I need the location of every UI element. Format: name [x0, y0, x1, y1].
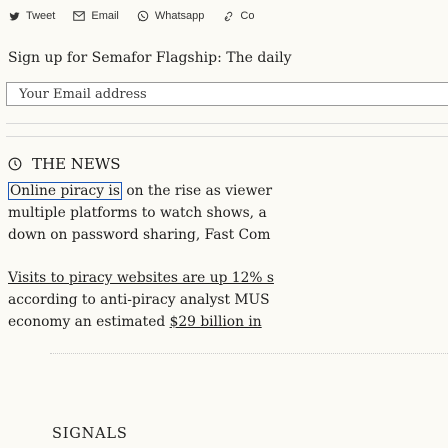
- highlighted-phrase[interactable]: Online piracy is: [8, 182, 122, 200]
- share-whatsapp-label: Whatsapp: [154, 10, 205, 22]
- cost-link[interactable]: $29 billion in: [170, 314, 262, 330]
- share-tweet[interactable]: Tweet: [8, 10, 55, 22]
- news-paragraph-2-line-2: according to anti-piracy analyst MUS: [8, 292, 270, 308]
- link-icon: [222, 10, 234, 22]
- divider-bottom: [6, 136, 448, 137]
- news-header-label: THE NEWS: [32, 155, 121, 173]
- news-paragraph-1-line-2: multiple platforms to watch shows, a: [8, 205, 267, 221]
- news-paragraph-1-line-1: Online piracy is on the rise as viewer: [8, 180, 272, 203]
- paragraph-2-line-3-text: economy an estimated: [8, 314, 170, 330]
- piracy-visits-link[interactable]: Visits to piracy websites are up 12% s: [8, 267, 274, 290]
- whatsapp-icon: [137, 10, 149, 22]
- paragraph-1-rest: on the rise as viewer: [121, 183, 273, 199]
- share-copy-link[interactable]: Co: [222, 10, 254, 22]
- twitter-icon: [8, 10, 20, 22]
- share-copy-label: Co: [240, 10, 255, 22]
- news-paragraph-1-line-3: down on password sharing, Fast Com: [8, 227, 271, 243]
- news-header: THE NEWS: [8, 155, 121, 173]
- share-tweet-label: Tweet: [26, 10, 56, 22]
- share-whatsapp[interactable]: Whatsapp: [137, 10, 205, 22]
- signals-header: SIGNALS: [52, 426, 128, 442]
- clock-icon: [8, 157, 22, 171]
- mail-icon: [73, 10, 86, 22]
- share-bar: Tweet Email Whatsapp Co: [8, 10, 272, 22]
- share-email[interactable]: Email: [73, 10, 119, 22]
- divider-top: [6, 123, 448, 124]
- email-field[interactable]: [6, 82, 448, 106]
- signup-text: Sign up for Semafor Flagship: The daily: [8, 50, 292, 66]
- section-divider: [50, 353, 448, 354]
- share-email-label: Email: [91, 10, 119, 22]
- news-paragraph-2-line-3: economy an estimated $29 billion in: [8, 311, 262, 334]
